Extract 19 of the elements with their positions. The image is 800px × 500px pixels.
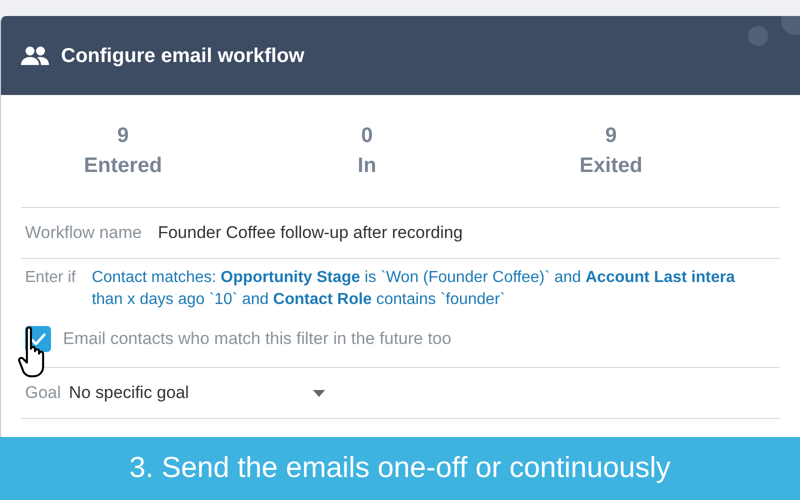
field-label: Enter if bbox=[25, 268, 76, 288]
stat-value: 0 bbox=[361, 123, 373, 149]
filter-condition: than x days ago `10` and Contact Role contains `founder` bbox=[92, 290, 506, 310]
caret-icon bbox=[312, 390, 325, 396]
stat-value: 9 bbox=[117, 123, 129, 149]
stat-label: Exited bbox=[579, 153, 643, 179]
stat-label: Entered bbox=[84, 153, 162, 179]
field-label: Goal bbox=[25, 382, 61, 404]
dialog-title: Configure email workflow bbox=[61, 44, 304, 68]
caption-text: 3. Send the emails one-off or continuously bbox=[129, 450, 671, 486]
goal-dropdown[interactable]: No specific goal bbox=[68, 380, 325, 406]
people-icon bbox=[21, 46, 49, 66]
workflow-name-field[interactable]: Founder Coffee follow-up after recording bbox=[158, 220, 463, 246]
field-label: Workflow name bbox=[25, 222, 142, 244]
stat-value: 9 bbox=[605, 123, 617, 149]
checkbox-label: Email contacts who match this filter in the future too bbox=[63, 328, 452, 350]
check-icon bbox=[30, 333, 46, 345]
filter-condition: Contact matches: Opportunity Stage is `Won (Founder Coffee)` and Account Last intera bbox=[92, 268, 735, 288]
stat-label: In bbox=[358, 153, 376, 179]
